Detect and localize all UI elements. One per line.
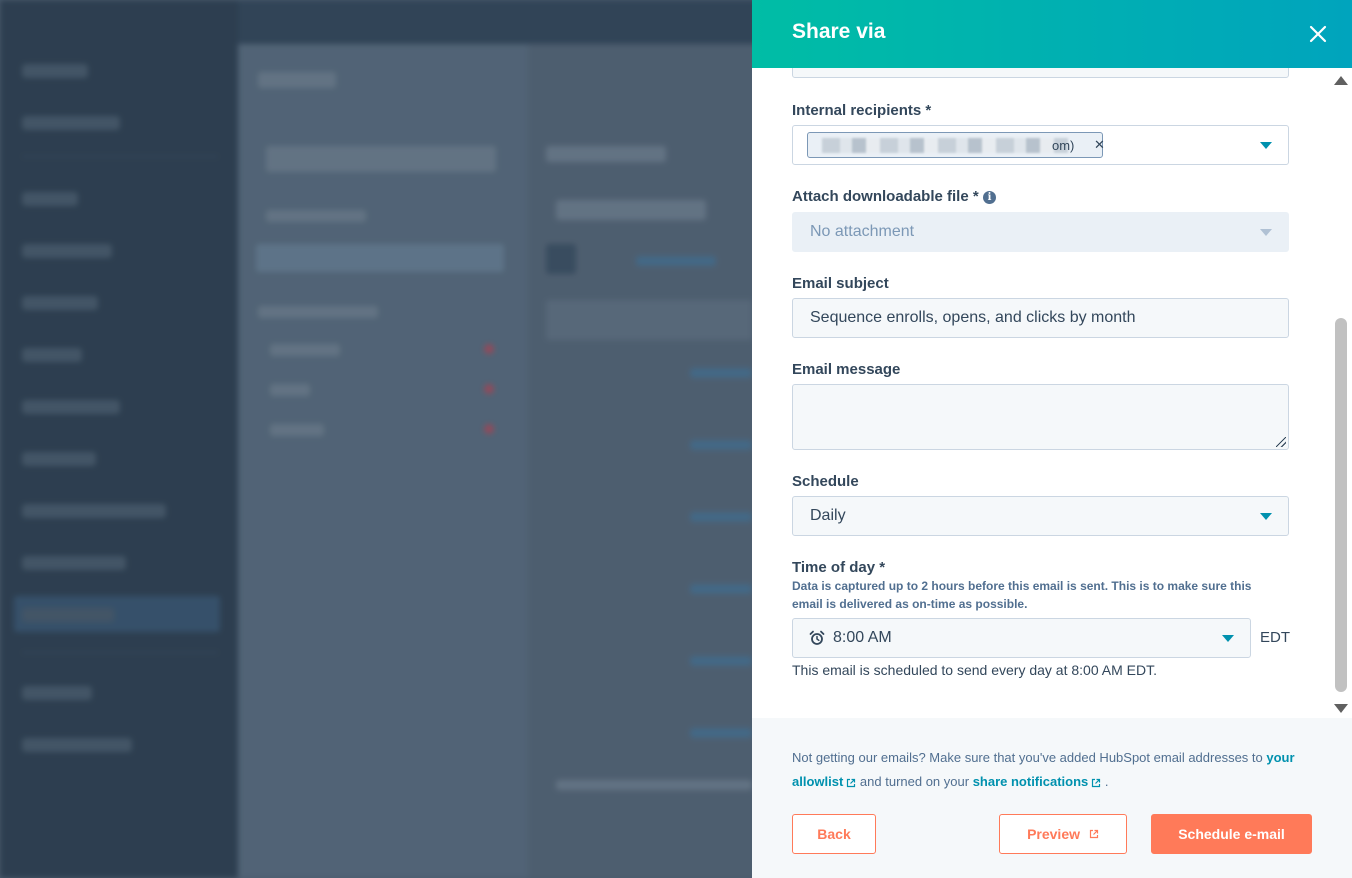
external-link-icon xyxy=(847,778,856,787)
back-button[interactable]: Back xyxy=(792,814,876,854)
alarm-clock-icon xyxy=(809,630,825,645)
schedule-email-button[interactable]: Schedule e-mail xyxy=(1151,814,1312,854)
info-icon[interactable]: i xyxy=(983,191,996,204)
chevron-down-icon xyxy=(1260,229,1272,236)
footer-note-prefix: Not getting our emails? Make sure that y… xyxy=(792,750,1263,765)
preview-button-label: Preview xyxy=(1027,826,1081,842)
time-of-day-value: 8:00 AM xyxy=(833,629,892,646)
chevron-down-icon xyxy=(1222,635,1234,642)
time-of-day-help: Data is captured up to 2 hours before th… xyxy=(792,579,1252,611)
modal-body: Internal recipients * om) ✕ Attach downl… xyxy=(752,68,1352,718)
close-icon xyxy=(1309,25,1327,43)
external-link-icon xyxy=(1089,829,1099,838)
internal-recipients-label: Internal recipients * xyxy=(792,102,932,119)
resize-handle-icon[interactable] xyxy=(1276,437,1286,447)
internal-recipients-select[interactable]: om) ✕ xyxy=(792,125,1289,165)
schedule-summary: This email is scheduled to send every da… xyxy=(792,662,1157,678)
email-subject-input[interactable]: Sequence enrolls, opens, and clicks by m… xyxy=(792,298,1289,338)
remove-recipient-icon[interactable]: ✕ xyxy=(1094,137,1105,153)
preview-button[interactable]: Preview xyxy=(999,814,1127,854)
schedule-label: Schedule xyxy=(792,473,859,490)
redacted-recipient-text xyxy=(822,138,1068,153)
attachment-value: No attachment xyxy=(810,223,915,240)
recipient-chip-text: om) xyxy=(1052,138,1075,153)
share-notifications-link[interactable]: share notifications xyxy=(973,774,1102,789)
attachment-select[interactable]: No attachment xyxy=(792,212,1289,252)
time-of-day-select[interactable]: 8:00 AM xyxy=(792,618,1251,658)
scroll-down-arrow-icon[interactable] xyxy=(1334,704,1348,713)
email-message-textarea[interactable] xyxy=(792,384,1289,450)
chevron-down-icon xyxy=(1260,513,1272,520)
footer-note-suffix: . xyxy=(1104,774,1109,789)
scroll-up-arrow-icon[interactable] xyxy=(1334,76,1348,85)
schedule-select[interactable]: Daily xyxy=(792,496,1289,536)
email-subject-label: Email subject xyxy=(792,275,889,292)
external-link-icon xyxy=(1092,778,1101,787)
chevron-down-icon xyxy=(1260,142,1272,149)
email-subject-value: Sequence enrolls, opens, and clicks by m… xyxy=(810,309,1136,326)
modal-header: Share via xyxy=(752,0,1352,68)
recipient-chip: om) ✕ xyxy=(807,132,1105,158)
timezone-label: EDT xyxy=(1260,629,1290,646)
schedule-email-button-label: Schedule e-mail xyxy=(1178,826,1285,842)
back-button-label: Back xyxy=(817,826,851,842)
close-button[interactable] xyxy=(1306,22,1330,46)
footer-note-middle: and turned on your xyxy=(859,774,970,789)
attachment-label: Attach downloadable file * xyxy=(792,188,979,205)
time-of-day-label: Time of day * xyxy=(792,559,886,576)
share-notifications-link-text: share notifications xyxy=(972,774,1089,789)
modal-title: Share via xyxy=(792,20,886,43)
field-above-cutoff[interactable] xyxy=(792,68,1289,78)
footer-note: Not getting our emails? Make sure that y… xyxy=(792,746,1302,794)
email-message-label: Email message xyxy=(792,361,901,378)
modal-footer: Not getting our emails? Make sure that y… xyxy=(752,718,1352,878)
share-via-modal: Share via Internal recipients * om) ✕ At… xyxy=(752,0,1352,878)
scrollbar-thumb[interactable] xyxy=(1335,318,1347,692)
schedule-value: Daily xyxy=(810,507,846,524)
